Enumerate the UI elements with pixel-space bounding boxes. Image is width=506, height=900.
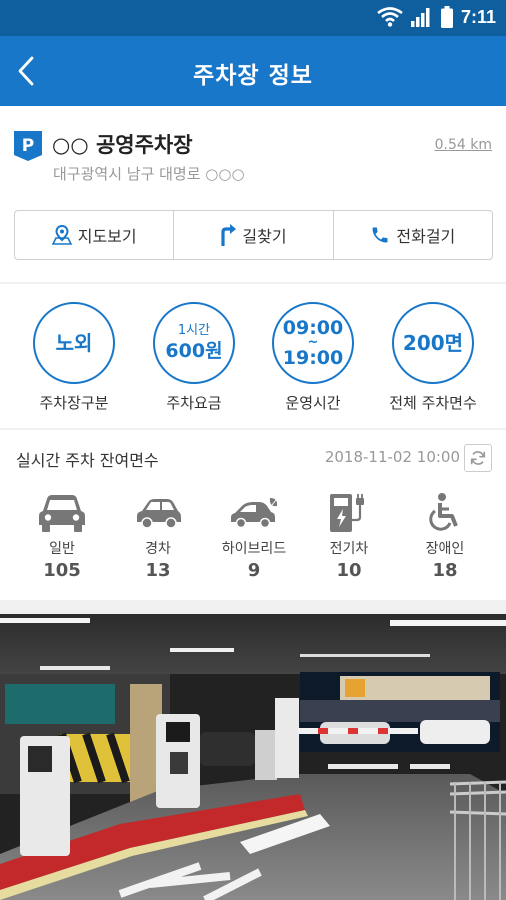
info-parking-fee: 1시간 600원 주차요금 [132, 302, 256, 413]
hours-close-value: 19:00 [282, 346, 344, 369]
realtime-datetime: 2018-11-02 10:00 [324, 448, 460, 466]
info-circle: 09:00 ~ 19:00 [272, 302, 354, 384]
slot-ev: 전기차 10 [304, 490, 394, 581]
hours-label: 운영시간 [285, 394, 341, 412]
lot-type-value: 노외 [55, 331, 93, 355]
info-circle: 노외 [33, 302, 115, 384]
app-bar: 주차장 정보 [0, 36, 506, 106]
refresh-icon [470, 451, 486, 465]
total-spaces-label: 전체 주차면수 [389, 394, 477, 412]
total-spaces-value: 200면 [402, 331, 464, 355]
slot-disabled: 장애인 18 [400, 490, 490, 581]
distance-label: 0.54 km [434, 137, 492, 153]
slot-hybrid-count: 9 [247, 560, 261, 581]
compact-car-icon [137, 499, 181, 529]
realtime-title: 실시간 주차 잔여면수 [16, 451, 159, 470]
map-view-label: 지도보기 [77, 227, 137, 246]
directions-icon [221, 224, 237, 246]
info-lot-type: 노외 주차장구분 [12, 302, 136, 413]
map-icon [51, 225, 72, 245]
fee-unit-value: 1시간 [177, 322, 211, 338]
status-time: 7:11 [460, 6, 496, 27]
slot-ev-label: 전기차 [329, 541, 369, 557]
ev-charger-icon [330, 494, 364, 532]
slot-disabled-count: 18 [432, 560, 458, 581]
lot-type-label: 주차장구분 [39, 394, 109, 412]
refresh-button[interactable] [464, 444, 492, 472]
fee-label: 주차요금 [166, 394, 222, 412]
slot-compact-count: 13 [145, 560, 171, 581]
battery-icon [440, 6, 453, 28]
slot-compact: 경차 13 [113, 490, 203, 581]
slot-hybrid-label: 하이브리드 [221, 541, 287, 557]
parking-lot-photo [0, 614, 506, 900]
lot-address: 대구광역시 남구 대명로 ○○○ [53, 165, 245, 183]
parking-icon: P [14, 131, 42, 161]
directions-label: 길찾기 [242, 227, 287, 246]
info-circle: 200면 [392, 302, 474, 384]
map-view-button[interactable]: 지도보기 [15, 211, 175, 259]
page-title: 주차장 정보 [193, 63, 313, 89]
wheelchair-icon [429, 493, 458, 531]
slot-general: 일반 105 [17, 490, 107, 581]
lot-name: ○○ 공영주차장 [52, 133, 193, 157]
slot-compact-label: 경차 [145, 541, 171, 557]
slot-general-label: 일반 [49, 541, 75, 557]
call-label: 전화걸기 [396, 227, 456, 246]
slot-disabled-label: 장애인 [425, 541, 465, 557]
svg-text:P: P [22, 136, 34, 156]
slot-hybrid: 하이브리드 9 [209, 490, 299, 581]
signal-icon [410, 8, 430, 27]
call-button[interactable]: 전화걸기 [334, 211, 492, 259]
hybrid-car-icon [231, 498, 278, 529]
phone-icon [372, 227, 388, 243]
info-operating-hours: 09:00 ~ 19:00 운영시간 [251, 302, 375, 413]
fee-value: 600원 [165, 340, 223, 363]
slot-ev-count: 10 [336, 560, 362, 581]
directions-button[interactable]: 길찾기 [174, 211, 334, 259]
info-circle: 1시간 600원 [153, 302, 235, 384]
info-total-spaces: 200면 전체 주차면수 [371, 302, 495, 413]
car-icon [39, 495, 85, 532]
wifi-icon [377, 7, 403, 27]
status-bar: 7:11 [0, 0, 506, 36]
action-row: 지도보기 길찾기 전화걸기 [14, 210, 493, 260]
slot-general-count: 105 [43, 560, 81, 581]
